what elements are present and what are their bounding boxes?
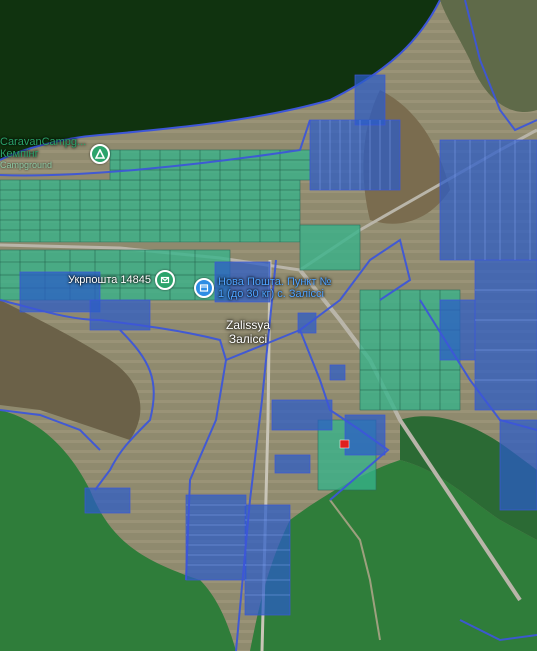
parcel-highlight — [339, 439, 350, 449]
poi-campground-label: CaravanCampg... — [0, 136, 87, 148]
village-label: Zalissya Заліссі — [226, 318, 270, 346]
poi-ukrposhta-label: Укрпошта 14845 — [68, 274, 151, 286]
post-office-icon[interactable] — [155, 270, 175, 290]
village-name-local: Заліссі — [228, 332, 268, 346]
campground-tent-icon[interactable] — [90, 144, 111, 164]
poi-campground-label-local: Кемпінг — [0, 148, 39, 160]
poi-novaposhta[interactable]: Нова Пошта. Пункт № 1 (до 30 кг) с. Залі… — [194, 276, 331, 300]
village-name-latin: Zalissya — [226, 318, 271, 332]
satellite-map[interactable]: CaravanCampg... Кемпінг Campground Укрпо… — [0, 0, 537, 651]
poi-novaposhta-label: Нова Пошта. Пункт № — [218, 276, 332, 288]
poi-campground-sub: Campground — [0, 160, 53, 170]
poi-ukrposhta[interactable]: Укрпошта 14845 — [68, 270, 175, 290]
parcel-point-icon[interactable] — [194, 278, 214, 298]
poi-novaposhta-label-2: 1 (до 30 кг) с. Заліссі — [218, 288, 324, 300]
poi-campground[interactable]: CaravanCampg... Кемпінг Campground — [0, 136, 111, 170]
